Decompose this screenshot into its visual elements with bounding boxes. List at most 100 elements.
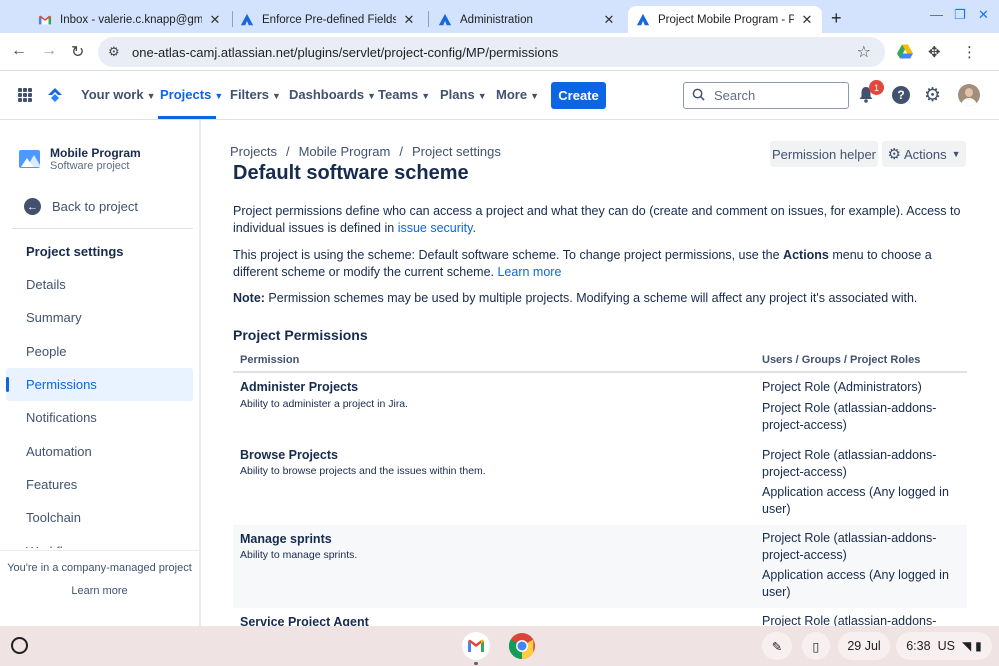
intro-end: .: [472, 221, 476, 235]
chevron-down-icon: ▼: [951, 149, 961, 159]
chevron-down-icon: ▼: [421, 91, 431, 101]
breadcrumb-projects[interactable]: Projects: [230, 144, 277, 159]
permission-holder: Project Role (atlassian-addons-project-a…: [762, 614, 937, 626]
search-icon: [692, 88, 706, 104]
chevron-down-icon: ▼: [214, 91, 224, 101]
create-button[interactable]: Create: [551, 82, 606, 109]
app-switcher-icon[interactable]: [18, 88, 32, 102]
browser-tab-mobile-program[interactable]: Project Mobile Program - Projec ✕: [628, 6, 822, 33]
actions-button[interactable]: ⚙ Actions ▼: [882, 141, 966, 167]
table-row: Service Project Agent Project Role (atla…: [233, 608, 967, 626]
close-icon[interactable]: ✕: [800, 12, 814, 28]
jira-icon: [240, 13, 254, 25]
breadcrumb-project-settings[interactable]: Project settings: [412, 144, 501, 159]
permission-description: Ability to browse projects and the issue…: [240, 465, 486, 477]
breadcrumb-mobile-program[interactable]: Mobile Program: [299, 144, 391, 159]
reload-icon[interactable]: ↻: [71, 42, 84, 62]
close-window-icon[interactable]: ✕: [978, 7, 989, 23]
sidebar-item-notifications[interactable]: Notifications: [6, 401, 193, 434]
nav-label: Plans: [440, 87, 475, 102]
tab-title: Administration: [460, 13, 533, 26]
project-avatar-icon: [19, 150, 40, 168]
sidebar-footer-divider: [0, 550, 199, 551]
jira-icon: [636, 13, 650, 25]
scheme-actions-bold: Actions: [783, 248, 829, 262]
permission-holder: Application access (Any logged in user): [762, 485, 949, 516]
nav-projects[interactable]: Projects ▼: [160, 87, 223, 102]
sidebar-item-permissions[interactable]: Permissions: [6, 368, 193, 401]
nav-filters[interactable]: Filters ▼: [230, 87, 281, 102]
locale-label: US: [937, 639, 955, 653]
nav-label: Filters: [230, 87, 270, 102]
tab-separator: [428, 11, 429, 27]
forward-arrow-icon[interactable]: →: [41, 42, 57, 60]
nav-your-work[interactable]: Your work ▼: [81, 87, 156, 102]
chrome-menu-icon[interactable]: ⋮: [962, 43, 977, 61]
site-info-icon[interactable]: ⚙: [108, 44, 126, 60]
nav-label: Teams: [378, 87, 419, 102]
os-shelf: ✎ ▯ 29 Jul 6:38 US ◥ ▮: [0, 626, 999, 666]
nav-label: More: [496, 87, 528, 102]
back-to-project-link[interactable]: Back to project: [52, 199, 138, 214]
status-tray[interactable]: 6:38 US ◥ ▮: [896, 632, 992, 660]
browser-tab-administration[interactable]: Administration ✕: [430, 6, 624, 33]
settings-gear-icon[interactable]: ⚙: [924, 84, 941, 107]
nav-teams[interactable]: Teams ▼: [378, 87, 430, 102]
learn-more-link[interactable]: Learn more: [0, 585, 199, 597]
close-icon[interactable]: ✕: [602, 12, 616, 28]
new-tab-button[interactable]: +: [831, 8, 842, 29]
gmail-app-icon[interactable]: [462, 632, 490, 660]
sidebar-item-toolchain[interactable]: Toolchain: [6, 501, 193, 534]
sidebar-item-people[interactable]: People: [6, 335, 193, 368]
close-icon[interactable]: ✕: [208, 12, 222, 28]
date-tray[interactable]: 29 Jul: [838, 632, 890, 660]
back-arrow-icon[interactable]: ←: [11, 42, 27, 60]
gear-icon: ⚙: [887, 146, 901, 163]
breadcrumb: Projects / Mobile Program / Project settings: [230, 144, 501, 159]
address-bar[interactable]: ⚙ one-atlas-camj.atlassian.net/plugins/s…: [98, 37, 885, 67]
google-drive-icon[interactable]: [897, 44, 913, 59]
permission-helper-button[interactable]: Permission helper: [770, 141, 878, 167]
sidebar-heading: Project settings: [26, 244, 124, 259]
browser-tab-gmail[interactable]: Inbox - valerie.c.knapp@gmail.c ✕: [30, 6, 230, 33]
date-label: 29 Jul: [847, 639, 881, 653]
nav-more[interactable]: More ▼: [496, 87, 539, 102]
extensions-puzzle-icon[interactable]: ✥: [928, 43, 941, 61]
nav-plans[interactable]: Plans ▼: [440, 87, 487, 102]
nav-label: Projects: [160, 87, 212, 102]
minimize-icon[interactable]: —: [930, 7, 943, 22]
sidebar-item-details[interactable]: Details: [6, 268, 193, 301]
help-icon[interactable]: ?: [892, 86, 910, 104]
chevron-down-icon: ▼: [272, 91, 281, 101]
sidebar-item-automation[interactable]: Automation: [6, 435, 193, 468]
nav-active-underline: [158, 116, 216, 119]
sidebar-item-workflows[interactable]: Workflows: [26, 544, 76, 548]
company-managed-note: You're in a company-managed project: [7, 562, 192, 574]
sidebar-item-summary[interactable]: Summary: [6, 301, 193, 334]
launcher-icon[interactable]: [11, 637, 28, 654]
actions-label: Actions: [903, 146, 947, 162]
breadcrumb-separator: /: [285, 144, 290, 159]
stylus-tools-icon[interactable]: ✎: [762, 632, 792, 660]
chevron-down-icon: ▼: [530, 91, 539, 101]
project-name[interactable]: Mobile Program: [50, 146, 141, 160]
user-avatar[interactable]: [958, 84, 980, 106]
chrome-app-icon[interactable]: [508, 632, 536, 660]
scheme-info-paragraph: This project is using the scheme: Defaul…: [233, 247, 973, 281]
bookmark-star-icon[interactable]: ☆: [857, 42, 871, 62]
sidebar-item-features[interactable]: Features: [6, 468, 193, 501]
back-arrow-icon[interactable]: ←: [24, 198, 41, 215]
nav-dashboards[interactable]: Dashboards ▼: [289, 87, 376, 102]
learn-more-link[interactable]: Learn more: [497, 265, 561, 279]
issue-security-link[interactable]: issue security: [398, 221, 473, 235]
permission-holder: Project Role (Administrators): [762, 380, 922, 394]
sidebar-divider: [12, 228, 193, 229]
close-icon[interactable]: ✕: [402, 12, 416, 28]
phone-hub-icon[interactable]: ▯: [802, 632, 830, 660]
column-header-permission: Permission: [240, 354, 300, 366]
restore-icon[interactable]: ❐: [954, 7, 966, 23]
search-input[interactable]: Search: [683, 82, 849, 109]
browser-tab-enforce-fields[interactable]: Enforce Pre-defined Fields Entr ✕: [232, 6, 424, 33]
jira-logo-icon[interactable]: [46, 86, 64, 104]
time-label: 6:38: [906, 639, 931, 653]
